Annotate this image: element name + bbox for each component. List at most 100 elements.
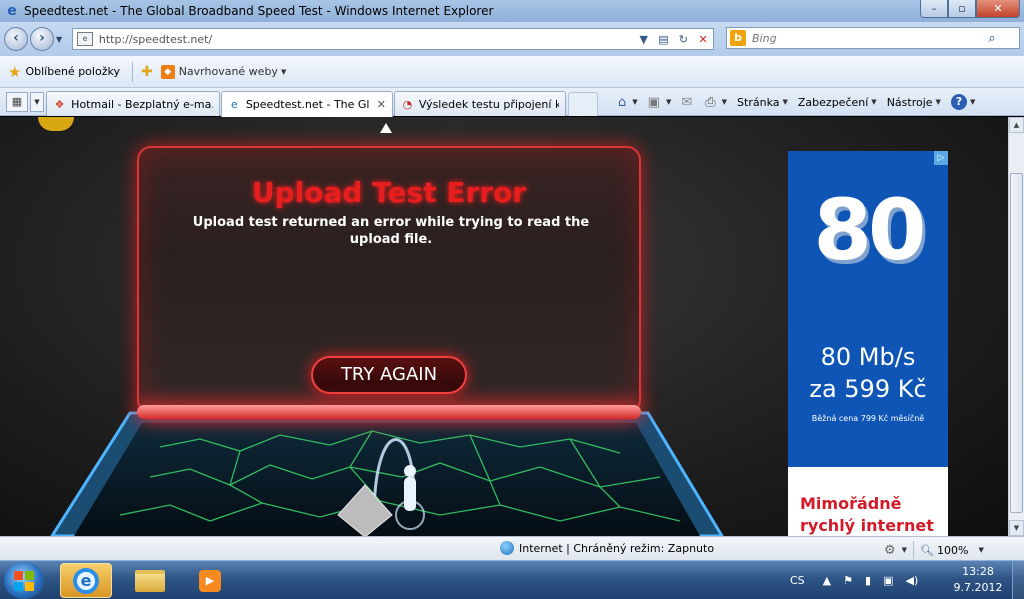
user-figure-icon — [404, 477, 416, 511]
error-panel-base — [137, 405, 641, 419]
action-center-flag-icon[interactable]: ⚑ — [843, 574, 853, 587]
tab-label: Speedtest.net - The Gl... — [245, 98, 369, 111]
refresh-icon[interactable]: ↻ — [673, 33, 693, 46]
add-to-favorites-bar-icon[interactable]: ✚ — [141, 64, 153, 80]
security-zone[interactable]: Internet | Chráněný režim: Zapnuto — [500, 541, 714, 555]
start-button[interactable] — [4, 562, 44, 599]
favorites-bar: ★ Oblíbené položky ✚ ◆ Navrhované weby ▼ — [0, 56, 1024, 88]
error-message: Upload test returned an error while tryi… — [192, 215, 590, 247]
help-icon: ? — [950, 94, 967, 110]
search-input[interactable] — [752, 31, 982, 45]
chevron-down-icon: ▼ — [935, 98, 941, 106]
scroll-up-button[interactable]: ▲ — [1009, 117, 1024, 133]
maximize-button[interactable]: ▫ — [948, 0, 976, 18]
help-button[interactable]: ? ▼ — [950, 94, 976, 110]
safety-menu[interactable]: Zabezpečení ▼ — [798, 96, 877, 109]
print-button[interactable]: ⎙ ▼ — [705, 95, 727, 110]
tab-list-dropdown[interactable]: ▼ — [30, 92, 44, 112]
home-icon: ⌂ — [618, 94, 627, 110]
address-input[interactable] — [98, 32, 634, 46]
recent-pages-dropdown[interactable]: ▼ — [56, 35, 68, 44]
error-dialog: Upload Test Error Upload test returned a… — [137, 146, 641, 414]
search-box: b ⌕ — [726, 27, 1020, 49]
tab-label: Hotmail - Bezplatný e-ma... — [71, 97, 213, 111]
suggested-sites-label: Navrhované weby — [178, 65, 278, 78]
compatibility-view-icon[interactable]: ▤ — [654, 33, 674, 46]
tab-row: ▦ ▼ ❖ Hotmail - Bezplatný e-ma... e Spee… — [0, 88, 1024, 117]
bing-icon: b — [730, 30, 746, 46]
folder-icon — [135, 569, 165, 592]
minimize-button[interactable]: – — [920, 0, 948, 18]
network-icon[interactable]: ▣ — [883, 574, 893, 587]
home-button[interactable]: ⌂ ▼ — [618, 95, 638, 110]
back-button[interactable]: ‹ — [4, 27, 28, 51]
show-hidden-icons-icon[interactable]: ▲ — [823, 574, 831, 587]
rss-icon: ▣ — [647, 94, 660, 110]
chevron-down-icon[interactable]: ▼ — [902, 546, 907, 554]
clock[interactable]: 13:28 9.7.2012 — [952, 564, 1004, 596]
protected-mode-icon[interactable]: ⚙ — [884, 543, 896, 558]
ie-app-icon: e — [7, 3, 17, 19]
up-arrow-icon[interactable] — [380, 123, 392, 133]
tools-menu-label: Nástroje — [886, 95, 933, 109]
zoom-level[interactable]: 100% — [937, 544, 968, 557]
globe-icon — [500, 541, 514, 555]
page-menu[interactable]: Stránka ▼ — [737, 96, 788, 109]
search-icon[interactable]: ⌕ — [982, 31, 1002, 46]
read-mail-button[interactable]: ✉ — [681, 95, 695, 110]
volume-icon[interactable]: ◀) — [905, 574, 918, 587]
page-content: Upload Test Error Upload test returned a… — [0, 117, 1008, 536]
feeds-button[interactable]: ▣ ▼ — [648, 95, 672, 110]
safety-menu-label: Zabezpečení — [797, 95, 869, 109]
tab-speedtest[interactable]: e Speedtest.net - The Gl... ✕ — [221, 91, 393, 117]
favorites-label: Oblíbené položky — [25, 65, 120, 78]
scroll-down-button[interactable]: ▼ — [1009, 520, 1024, 536]
input-language[interactable]: CS — [790, 574, 805, 587]
tab-label: Výsledek testu připojení k... — [418, 97, 559, 111]
internet-explorer-icon: e — [73, 567, 99, 594]
status-tools: ⚙ ▼ 🔍︎ 100% ▼ — [884, 541, 984, 559]
printer-icon: ⎙ — [705, 94, 716, 110]
address-dropdown-icon[interactable]: ▼ — [634, 33, 654, 46]
taskbar-internet-explorer[interactable]: e — [60, 563, 112, 598]
chevron-down-icon: ▼ — [721, 98, 728, 106]
tab-hotmail[interactable]: ❖ Hotmail - Bezplatný e-ma... — [46, 91, 220, 116]
forward-button[interactable]: › — [30, 27, 54, 51]
taskbar-windows-explorer[interactable] — [124, 563, 176, 598]
status-bar: Internet | Chráněný režim: Zapnuto ⚙ ▼ 🔍… — [0, 536, 1024, 560]
ad-choices-icon[interactable]: ▷ — [934, 151, 948, 165]
ad-small-print: Běžná cena 799 Kč měsíčně — [811, 414, 925, 423]
tools-menu[interactable]: Nástroje ▼ — [887, 96, 941, 109]
vertical-scrollbar[interactable]: ▲ ▼ — [1008, 117, 1024, 536]
windows-icon: ❖ — [54, 97, 65, 111]
ad-big-number: 80 — [813, 181, 927, 279]
address-toolbar: ‹ › ▼ e ▼ ▤ ↻ ✕ b ⌕ — [0, 22, 1024, 56]
try-again-button[interactable]: TRY AGAIN — [311, 356, 467, 394]
command-bar: ⌂ ▼ ▣ ▼ ✉ ⎙ ▼ Stránka ▼ Zabezpečení ▼ Nástroj… — [608, 88, 975, 116]
advertisement-banner[interactable]: ▷ 80 80 Mb/s za 599 Kč Běžná cena 799 Kč… — [788, 151, 948, 536]
tab-connection-result[interactable]: ◔ Výsledek testu připojení k... — [394, 91, 566, 116]
suggested-sites-button[interactable]: ◆ Navrhované weby ▼ — [160, 64, 286, 79]
quick-tabs-button[interactable]: ▦ — [6, 92, 28, 112]
window-title: Speedtest.net - The Global Broadband Spe… — [24, 4, 494, 18]
suggested-sites-icon: ◆ — [160, 64, 175, 79]
chevron-down-icon: ▼ — [665, 98, 672, 106]
close-tab-icon[interactable]: ✕ — [377, 98, 386, 111]
new-tab-button[interactable] — [568, 92, 598, 116]
close-button[interactable]: ✕ — [976, 0, 1020, 18]
ie-page-icon: e — [231, 98, 238, 111]
stop-icon[interactable]: ✕ — [693, 33, 713, 46]
scroll-thumb[interactable] — [1010, 173, 1023, 513]
system-tray: CS ▲ ⚑ ▮ ▣ ◀) — [790, 561, 930, 599]
show-desktop-button[interactable] — [1012, 561, 1024, 599]
window-controls: – ▫ ✕ — [920, 0, 1020, 18]
ie-window: e Speedtest.net - The Global Broadband S… — [0, 0, 1024, 599]
taskbar-media-player[interactable]: ▶ — [184, 563, 236, 598]
chevron-down-icon: ▼ — [969, 98, 976, 106]
favorites-button[interactable]: ★ Oblíbené položky — [8, 63, 120, 81]
ad-white-panel: Mimořádně rychlý internet — [788, 467, 948, 536]
address-bar: e ▼ ▤ ↻ ✕ — [72, 28, 714, 50]
windows-logo-icon — [14, 571, 34, 591]
chevron-down-icon[interactable]: ▼ — [978, 546, 983, 554]
device-icon[interactable]: ▮ — [865, 574, 871, 587]
